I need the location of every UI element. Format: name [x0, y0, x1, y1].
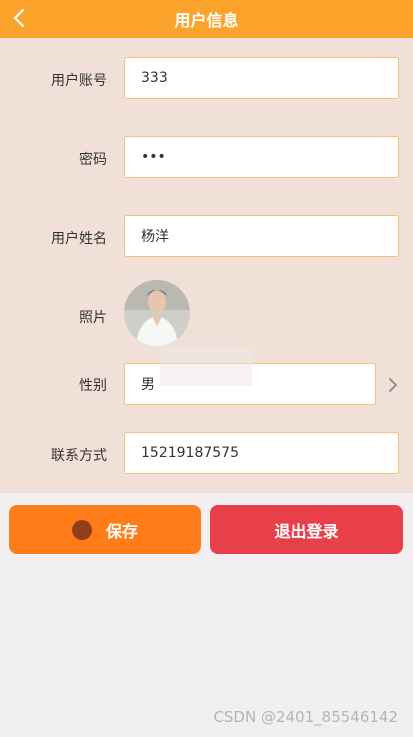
chevron-right-icon[interactable] — [387, 374, 399, 396]
name-input[interactable]: 杨洋 — [124, 215, 399, 257]
photo-row: 照片 — [0, 276, 413, 355]
name-label: 用户姓名 — [51, 231, 107, 247]
toast-overlay — [160, 348, 252, 386]
contact-label: 联系方式 — [51, 448, 107, 464]
chevron-left-icon — [13, 8, 25, 28]
gender-label: 性别 — [79, 378, 107, 394]
user-photo[interactable] — [124, 280, 190, 346]
save-button[interactable]: 保存 — [9, 505, 201, 554]
save-button-label: 保存 — [105, 521, 138, 541]
photo-label: 照片 — [79, 310, 107, 326]
user-info-form: 用户账号 333 密码 ••• 用户姓名 杨洋 照片 性别 男 联系方式 152… — [0, 38, 413, 493]
password-row: 密码 ••• — [0, 118, 413, 197]
watermark: CSDN @2401_85546142 — [213, 708, 398, 726]
contact-input[interactable]: 15219187575 — [124, 432, 399, 474]
password-label: 密码 — [79, 152, 107, 168]
name-row: 用户姓名 杨洋 — [0, 197, 413, 276]
top-bar: 用户信息 — [0, 0, 413, 38]
password-input[interactable]: ••• — [124, 136, 399, 178]
avatar-image — [124, 280, 190, 346]
contact-row: 联系方式 15219187575 — [0, 415, 413, 493]
back-button[interactable] — [8, 6, 30, 30]
account-input[interactable]: 333 — [124, 57, 399, 99]
logout-button[interactable]: 退出登录 — [210, 505, 403, 554]
account-row: 用户账号 333 — [0, 38, 413, 118]
page-title: 用户信息 — [174, 11, 239, 30]
account-label: 用户账号 — [51, 73, 107, 89]
logout-button-label: 退出登录 — [274, 521, 339, 541]
loading-spinner-icon — [71, 519, 92, 540]
